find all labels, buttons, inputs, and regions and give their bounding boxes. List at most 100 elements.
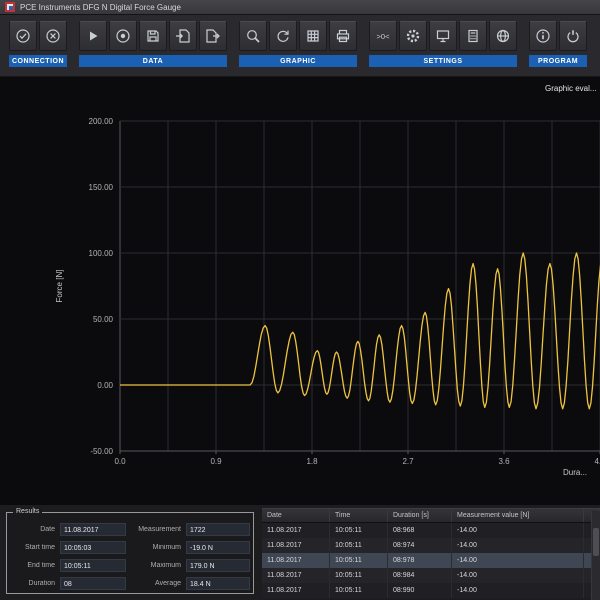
result-field-label: Start time	[10, 544, 58, 551]
svg-text:Graphic eval...: Graphic eval...	[545, 84, 597, 93]
document-export-icon	[205, 28, 221, 44]
power-icon	[565, 28, 581, 44]
result-field-value: 179.0 N	[186, 559, 250, 572]
svg-text:50.00: 50.00	[93, 315, 114, 324]
toolbar-group-settings: >0< SETTINGS	[369, 21, 517, 67]
table-cell: 08:978	[388, 553, 452, 568]
results-grid: Date11.08.2017Measurement1722 Start time 1…	[7, 513, 253, 592]
table-cell: 11.08.2017	[262, 553, 330, 568]
chart-panel: -50.000.0050.00100.00150.00200.000.00.91…	[0, 77, 600, 505]
svg-text:100.00: 100.00	[89, 249, 114, 258]
exit-button[interactable]	[559, 21, 587, 51]
settings-button[interactable]	[399, 21, 427, 51]
table-header: DateTimeDuration [s]Measurement value [N…	[262, 508, 600, 523]
disconnect-button[interactable]	[39, 21, 67, 51]
table-cell: 11.08.2017	[262, 523, 330, 538]
tare-button[interactable]: >0<	[369, 21, 397, 51]
start-measurement-button[interactable]	[79, 21, 107, 51]
svg-text:1.8: 1.8	[306, 457, 318, 466]
refresh-icon	[275, 28, 291, 44]
table-cell: 08:990	[388, 583, 452, 598]
toolbar-group-label: PROGRAM	[529, 55, 587, 67]
result-field-value: 1722	[186, 523, 250, 536]
svg-text:2.7: 2.7	[402, 457, 414, 466]
bottom-panel: Results Date11.08.2017Measurement1722Sta…	[0, 505, 600, 600]
table-cell: -14.00	[452, 523, 584, 538]
scrollbar-thumb[interactable]	[593, 528, 599, 556]
toolbar-group-label: SETTINGS	[369, 55, 517, 67]
svg-text:0.9: 0.9	[210, 457, 222, 466]
zoom-button[interactable]	[239, 21, 267, 51]
printer-icon	[335, 28, 351, 44]
result-field-value: 11.08.2017	[60, 523, 126, 536]
result-field-label: Average	[128, 580, 184, 587]
toolbar-group-label: DATA	[79, 55, 227, 67]
force-chart: -50.000.0050.00100.00150.00200.000.00.91…	[0, 77, 600, 505]
result-field-value: 10:05:11	[60, 559, 126, 572]
language-button[interactable]	[489, 21, 517, 51]
svg-text:4.5: 4.5	[594, 457, 600, 466]
calculator-icon	[465, 28, 481, 44]
svg-text:>0<: >0<	[377, 32, 391, 41]
svg-text:-50.00: -50.00	[90, 447, 113, 456]
grid-icon	[305, 28, 321, 44]
toolbar-group-graphic: GRAPHIC	[239, 21, 357, 67]
calculator-button[interactable]	[459, 21, 487, 51]
record-button[interactable]	[109, 21, 137, 51]
export-data-button[interactable]	[199, 21, 227, 51]
table-cell: 10:05:11	[330, 538, 388, 553]
result-field-label: Date	[10, 526, 58, 533]
result-field-label: Measurement	[128, 526, 184, 533]
check-circle-icon	[15, 28, 31, 44]
table-row[interactable]: 11.08.201710:05:1108:990-14.00	[262, 583, 600, 598]
table-cell: 11.08.2017	[262, 583, 330, 598]
grid-toggle-button[interactable]	[299, 21, 327, 51]
column-header[interactable]: Duration [s]	[388, 509, 452, 522]
import-data-button[interactable]	[169, 21, 197, 51]
table-cell: 10:05:11	[330, 568, 388, 583]
column-header[interactable]: Time	[330, 509, 388, 522]
table-row[interactable]: 11.08.201710:05:1108:974-14.00	[262, 538, 600, 553]
table-cell: -14.00	[452, 583, 584, 598]
table-row[interactable]: 11.08.201710:05:1108:978-14.00	[262, 553, 600, 568]
result-field-label: End time	[10, 562, 58, 569]
table-row[interactable]: 11.08.201710:05:1108:968-14.00	[262, 523, 600, 538]
play-icon	[85, 28, 101, 44]
toolbar-group-program: PROGRAM	[529, 21, 587, 67]
result-field-label: Minimum	[128, 544, 184, 551]
toolbar-group-connection: CONNECTION	[9, 21, 67, 67]
table-cell: 11.08.2017	[262, 538, 330, 553]
table-row[interactable]: 11.08.201710:05:1108:984-14.00	[262, 568, 600, 583]
toolbar-group-label: CONNECTION	[9, 55, 67, 67]
svg-text:Dura...: Dura...	[563, 468, 587, 477]
magnifier-icon	[245, 28, 261, 44]
result-field-value: 18.4 N	[186, 577, 250, 590]
titlebar[interactable]: PCE Instruments DFG N Digital Force Gaug…	[0, 0, 600, 15]
toolbar-group-data: DATA	[79, 21, 227, 67]
toolbar-group-label: GRAPHIC	[239, 55, 357, 67]
display-settings-button[interactable]	[429, 21, 457, 51]
result-field-label: Maximum	[128, 562, 184, 569]
save-icon	[145, 28, 161, 44]
window-title: PCE Instruments DFG N Digital Force Gaug…	[20, 3, 181, 12]
table-cell: 08:974	[388, 538, 452, 553]
monitor-icon	[435, 28, 451, 44]
connect-button[interactable]	[9, 21, 37, 51]
svg-text:0.0: 0.0	[114, 457, 126, 466]
print-button[interactable]	[329, 21, 357, 51]
info-button[interactable]	[529, 21, 557, 51]
save-data-button[interactable]	[139, 21, 167, 51]
svg-text:3.6: 3.6	[498, 457, 510, 466]
table-cell: -14.00	[452, 553, 584, 568]
column-header[interactable]: Measurement value [N]	[452, 509, 584, 522]
table-cell: 10:05:11	[330, 583, 388, 598]
svg-text:Force [N]: Force [N]	[55, 270, 64, 303]
table-scrollbar[interactable]	[591, 511, 600, 600]
globe-icon	[495, 28, 511, 44]
result-field-value: -19.0 N	[186, 541, 250, 554]
table-cell: 10:05:11	[330, 523, 388, 538]
column-header[interactable]: Date	[262, 509, 330, 522]
x-circle-icon	[45, 28, 61, 44]
svg-text:0.00: 0.00	[97, 381, 113, 390]
refresh-graph-button[interactable]	[269, 21, 297, 51]
